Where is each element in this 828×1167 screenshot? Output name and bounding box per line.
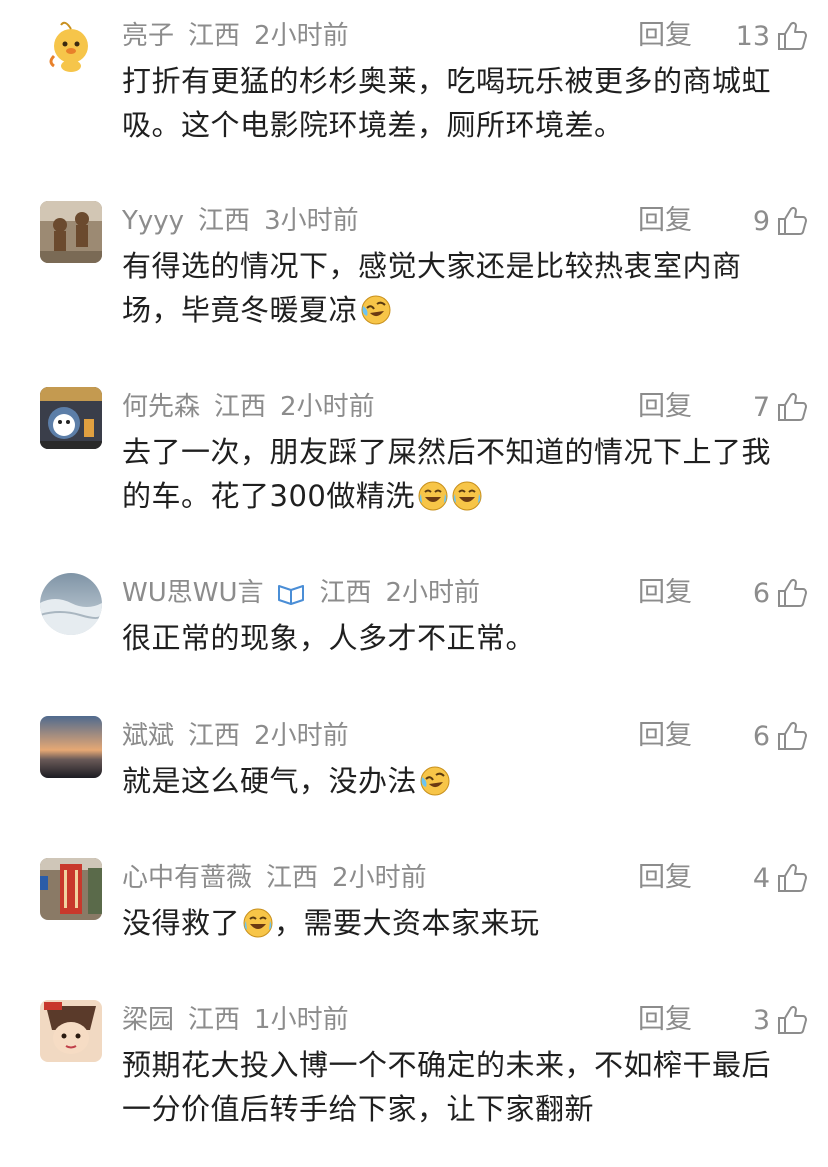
comment-line: 预期花大投入博一个不确定的未来，不如榨干最后 (122, 1048, 772, 1082)
timestamp: 2小时前 (254, 21, 349, 51)
comment-line: 有得选的情况下，感觉大家还是比较热衷室内商 (122, 249, 742, 283)
avatar[interactable] (40, 716, 102, 778)
comment-line: 的车。花了300做精洗 (122, 474, 792, 518)
comment-line-text: ，需要大资本家来玩 (274, 906, 540, 940)
thumbs-up-icon (776, 391, 808, 423)
username[interactable]: 梁园 (122, 1005, 174, 1035)
tears-of-joy-emoji-icon (451, 480, 483, 512)
like-count: 9 (752, 205, 770, 237)
username[interactable]: Yyyy (122, 206, 184, 236)
comment-text: 就是这么硬气，没办法 (122, 759, 792, 803)
open-book-badge-icon (278, 584, 305, 605)
timestamp: 2小时前 (280, 392, 375, 422)
timestamp: 1小时前 (254, 1005, 349, 1035)
username[interactable]: 何先森 (122, 392, 200, 422)
location: 江西 (266, 863, 319, 893)
avatar[interactable] (40, 16, 102, 78)
comment-meta: 斌斌 江西 2小时前 (122, 716, 828, 756)
like-count: 6 (752, 577, 770, 609)
comment-text: 预期花大投入博一个不确定的未来，不如榨干最后 一分价值后转手给下家，让下家翻新 (122, 1043, 792, 1131)
reply-button[interactable]: 回复 (638, 387, 692, 427)
username[interactable]: 心中有蔷薇 (122, 863, 252, 893)
comment-line: 场，毕竟冬暖夏凉 (122, 288, 792, 332)
crying-laughing-emoji-icon (419, 765, 451, 797)
location: 江西 (188, 1005, 241, 1035)
like-button[interactable]: 7 (753, 387, 808, 427)
thumbs-up-icon (776, 577, 808, 609)
comment-list: 亮子 江西 2小时前 回复 13 打折有更猛的杉杉奥莱，吃喝玩乐被更多的商城虹 吸。… (0, 0, 828, 1167)
like-count: 4 (752, 862, 770, 894)
reply-button[interactable]: 回复 (638, 201, 692, 241)
username[interactable]: WU思WU言 (122, 578, 263, 608)
comment-line: 很正常的现象，人多才不正常。 (122, 621, 536, 655)
like-button[interactable]: 4 (753, 858, 808, 898)
comment-text: 去了一次，朋友踩了屎然后不知道的情况下上了我 的车。花了300做精洗 (122, 430, 792, 518)
reply-button[interactable]: 回复 (638, 858, 692, 898)
comment-line: 打折有更猛的杉杉奥莱，吃喝玩乐被更多的商城虹 (122, 64, 772, 98)
like-button[interactable]: 3 (753, 1000, 808, 1040)
comment-line: 就是这么硬气，没办法 (122, 759, 792, 803)
location: 江西 (214, 392, 267, 422)
comment-line-text: 就是这么硬气，没办法 (122, 764, 418, 798)
thumbs-up-icon (776, 205, 808, 237)
timestamp: 2小时前 (385, 578, 481, 608)
username[interactable]: 斌斌 (122, 721, 174, 751)
crying-laughing-emoji-icon (360, 294, 392, 326)
comment-line: 去了一次，朋友踩了屎然后不知道的情况下上了我 (122, 435, 772, 469)
reply-button[interactable]: 回复 (638, 16, 692, 56)
like-button[interactable]: 13 (736, 16, 808, 56)
reply-button[interactable]: 回复 (638, 716, 692, 756)
location: 江西 (198, 206, 251, 236)
location: 江西 (188, 721, 241, 751)
avatar[interactable] (40, 201, 102, 263)
avatar[interactable] (40, 1000, 102, 1062)
comment-line: 没得救了 ，需要大资本家来玩 (122, 901, 792, 945)
comment-line-text: 没得救了 (122, 906, 241, 940)
reply-button[interactable]: 回复 (638, 573, 692, 613)
comment-line-text: 场，毕竟冬暖夏凉 (122, 293, 359, 327)
thumbs-up-icon (776, 720, 808, 752)
avatar[interactable] (40, 573, 102, 635)
comment-line: 吸。这个电影院环境差，厕所环境差。 (122, 108, 624, 142)
like-button[interactable]: 6 (753, 716, 808, 756)
reply-button[interactable]: 回复 (638, 1000, 692, 1040)
comment-text: 有得选的情况下，感觉大家还是比较热衷室内商 场，毕竟冬暖夏凉 (122, 244, 792, 332)
tears-of-joy-emoji-icon (417, 480, 449, 512)
comment-meta: 何先森 江西 2小时前 (122, 387, 828, 427)
like-count: 3 (752, 1004, 770, 1036)
like-count: 7 (752, 391, 770, 423)
like-count: 13 (735, 20, 770, 52)
thumbs-up-icon (776, 20, 808, 52)
comment-meta: WU思WU言 江西 2小时前 (122, 573, 828, 613)
location: 江西 (319, 578, 372, 608)
comment-meta: 心中有蔷薇 江西 2小时前 (122, 858, 828, 898)
comment-text: 很正常的现象，人多才不正常。 (122, 616, 792, 660)
timestamp: 2小时前 (332, 863, 427, 893)
like-button[interactable]: 9 (753, 201, 808, 241)
comment-text: 没得救了 ，需要大资本家来玩 (122, 901, 792, 945)
thumbs-up-icon (776, 862, 808, 894)
location: 江西 (188, 21, 241, 51)
comment-meta: 梁园 江西 1小时前 (122, 1000, 828, 1040)
username[interactable]: 亮子 (122, 21, 174, 51)
avatar[interactable] (40, 858, 102, 920)
tears-of-joy-emoji-icon (242, 907, 274, 939)
avatar[interactable] (40, 387, 102, 449)
comment-meta: Yyyy 江西 3小时前 (122, 201, 828, 241)
thumbs-up-icon (776, 1004, 808, 1036)
like-count: 6 (752, 720, 770, 752)
comment-line-text: 的车。花了300做精洗 (122, 479, 415, 513)
comment-line: 一分价值后转手给下家，让下家翻新 (122, 1092, 595, 1126)
timestamp: 2小时前 (254, 721, 349, 751)
comment-meta: 亮子 江西 2小时前 (122, 16, 828, 56)
comment-text: 打折有更猛的杉杉奥莱，吃喝玩乐被更多的商城虹 吸。这个电影院环境差，厕所环境差。 (122, 59, 792, 147)
timestamp: 3小时前 (264, 206, 359, 236)
like-button[interactable]: 6 (753, 573, 808, 613)
